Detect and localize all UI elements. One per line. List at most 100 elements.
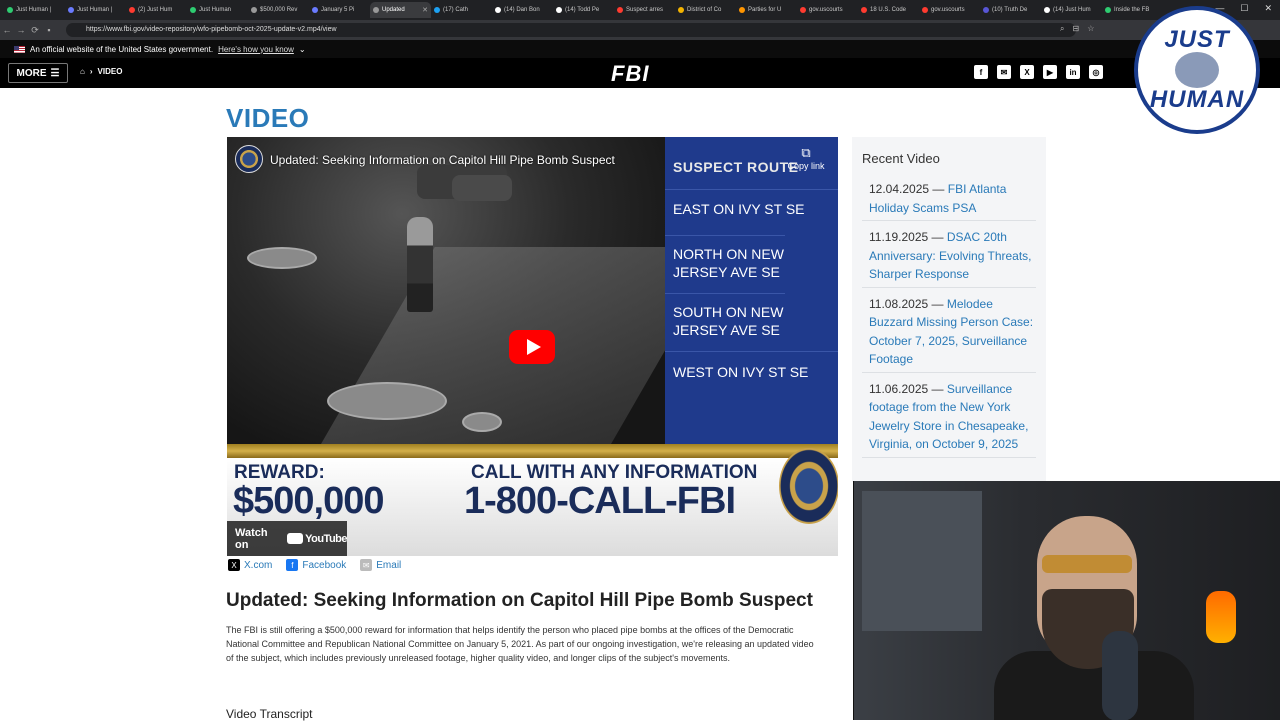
video-title[interactable]: Updated: Seeking Information on Capitol … xyxy=(270,153,615,167)
route-header: SUSPECT ROUTE xyxy=(673,159,799,175)
browser-tab[interactable]: Updated ✕ xyxy=(370,2,431,18)
picnic-table xyxy=(247,247,317,269)
tab-label: Suspect arres xyxy=(626,7,664,13)
browser-tab[interactable]: gov.uscourts xyxy=(919,2,980,18)
suspect-route-panel: SUSPECT ROUTE EAST ON IVY ST SE NORTH ON… xyxy=(665,137,838,444)
instagram-icon[interactable]: ◎ xyxy=(1089,65,1103,79)
tab-favicon-icon xyxy=(68,7,74,13)
parked-car xyxy=(452,175,512,201)
social-links: f ✉ X ▶ in ◎ xyxy=(974,65,1103,79)
browser-tab[interactable]: Just Human xyxy=(187,2,248,18)
x-icon[interactable]: X xyxy=(1020,65,1034,79)
browser-tab[interactable]: (17) Cath xyxy=(431,2,492,18)
browser-tab[interactable]: gov.uscourts xyxy=(797,2,858,18)
tab-label: (2) Just Hum xyxy=(138,7,173,13)
browser-tab[interactable]: $500,000 Rev xyxy=(248,2,309,18)
home-icon[interactable]: ⌂ xyxy=(80,67,85,76)
forward-icon[interactable]: → xyxy=(14,25,28,35)
tab-label: Parties for U xyxy=(748,7,782,13)
tab-label: (14) Dan Bon xyxy=(504,7,540,13)
maximize-icon[interactable]: ☐ xyxy=(1240,3,1248,14)
reward-amount: $500,000 xyxy=(233,480,384,522)
video-date: 12.04.2025 xyxy=(869,182,930,196)
browser-tab[interactable]: (14) Todd Pe xyxy=(553,2,614,18)
route-step: SOUTH ON NEW JERSEY AVE SE xyxy=(665,293,785,351)
translate-icon[interactable]: ⊟ xyxy=(1072,24,1079,34)
tab-label: gov.uscourts xyxy=(809,7,843,13)
close-window-icon[interactable]: ✕ xyxy=(1264,3,1272,14)
watch-on-label: Watch on xyxy=(235,526,268,551)
facebook-icon[interactable]: f xyxy=(974,65,988,79)
tab-label: Just Human xyxy=(199,7,232,13)
copy-link-label: Copy link xyxy=(787,161,825,171)
badge-line-1: JUST xyxy=(1164,26,1230,53)
share-email-link[interactable]: ✉ Email xyxy=(360,559,401,571)
tab-close-icon[interactable]: ✕ xyxy=(422,6,428,14)
tab-favicon-icon xyxy=(7,7,13,13)
bookmark-icon[interactable]: ☆ xyxy=(1087,24,1094,34)
browser-tab[interactable]: Suspect arres xyxy=(614,2,675,18)
reload-icon[interactable]: ⟳ xyxy=(28,25,42,36)
heres-how-you-know-link[interactable]: Here's how you know xyxy=(218,45,294,54)
share-links: X X.com f Facebook ✉ Email xyxy=(228,559,401,571)
tab-favicon-icon xyxy=(983,7,989,13)
suspect-figure xyxy=(407,217,433,312)
recent-video-item[interactable]: 11.06.2025 — Surveillance footage from t… xyxy=(862,377,1036,458)
recent-video-item[interactable]: 11.19.2025 — DSAC 20th Anniversary: Evol… xyxy=(862,225,1036,288)
video-player[interactable]: Updated: Seeking Information on Capitol … xyxy=(227,137,838,556)
browser-tab[interactable]: 18 U.S. Code xyxy=(858,2,919,18)
tab-favicon-icon xyxy=(434,7,440,13)
back-icon[interactable]: ← xyxy=(0,25,14,35)
share-email-label: Email xyxy=(376,559,402,571)
tab-favicon-icon xyxy=(373,7,379,13)
browser-tab[interactable]: Just Human | xyxy=(4,2,65,18)
breadcrumb-separator-icon: › xyxy=(89,67,93,76)
route-step: WEST ON IVY ST SE xyxy=(665,351,838,397)
browser-tab[interactable]: (14) Dan Bon xyxy=(492,2,553,18)
background-shelf xyxy=(862,491,982,631)
browser-tab[interactable]: (10) Truth De xyxy=(980,2,1041,18)
browser-tab[interactable]: Parties for U xyxy=(736,2,797,18)
watch-on-youtube-button[interactable]: Watch on YouTube xyxy=(227,521,347,556)
recent-video-item[interactable]: 12.04.2025 — FBI Atlanta Holiday Scams P… xyxy=(862,177,1036,221)
recent-video-item[interactable]: 11.08.2025 — Melodee Buzzard Missing Per… xyxy=(862,292,1036,373)
copy-link-button[interactable]: ⧉ Copy link xyxy=(783,145,829,171)
breadcrumb: ⌂ › VIDEO xyxy=(80,67,122,76)
browser-tab[interactable]: Inside the FB xyxy=(1102,2,1163,18)
browser-tab[interactable]: (2) Just Hum xyxy=(126,2,187,18)
zoom-icon[interactable]: ⌕ xyxy=(1060,24,1064,34)
tab-label: Inside the FB xyxy=(1114,7,1150,13)
tab-favicon-icon xyxy=(251,7,257,13)
browser-tab[interactable]: (14) Just Hum xyxy=(1041,2,1102,18)
browser-tab[interactable]: Just Human | xyxy=(65,2,126,18)
more-label: MORE xyxy=(16,67,47,79)
us-flag-icon xyxy=(14,45,25,53)
share-x-label: X.com xyxy=(244,559,273,571)
browser-tab[interactable]: January 5 Pi xyxy=(309,2,370,18)
tab-label: gov.uscourts xyxy=(931,7,965,13)
url-field[interactable]: https://www.fbi.gov/video-repository/wfo… xyxy=(66,23,1076,37)
tab-label: (14) Just Hum xyxy=(1053,7,1091,13)
chevron-down-icon[interactable]: ⌄ xyxy=(299,45,306,54)
youtube-icon[interactable]: ▶ xyxy=(1043,65,1057,79)
share-facebook-link[interactable]: f Facebook xyxy=(286,559,346,571)
tab-favicon-icon xyxy=(922,7,928,13)
gold-stripe xyxy=(227,444,838,458)
tab-favicon-icon xyxy=(1105,7,1111,13)
email-icon[interactable]: ✉ xyxy=(997,65,1011,79)
tab-favicon-icon xyxy=(556,7,562,13)
play-button[interactable] xyxy=(509,330,555,364)
tab-favicon-icon xyxy=(800,7,806,13)
share-x-link[interactable]: X X.com xyxy=(228,559,272,571)
share-facebook-label: Facebook xyxy=(302,559,347,571)
breadcrumb-video[interactable]: VIDEO xyxy=(98,67,123,76)
caricature-icon xyxy=(1175,52,1219,88)
more-menu-button[interactable]: MORE ☰ xyxy=(8,63,68,83)
page-info-icon[interactable]: ▪ xyxy=(42,25,56,35)
tab-favicon-icon xyxy=(861,7,867,13)
fbi-logo[interactable]: FBI xyxy=(611,61,649,87)
video-transcript-heading[interactable]: Video Transcript xyxy=(226,707,313,721)
linkedin-icon[interactable]: in xyxy=(1066,65,1080,79)
tab-favicon-icon xyxy=(617,7,623,13)
browser-tab[interactable]: District of Co xyxy=(675,2,736,18)
